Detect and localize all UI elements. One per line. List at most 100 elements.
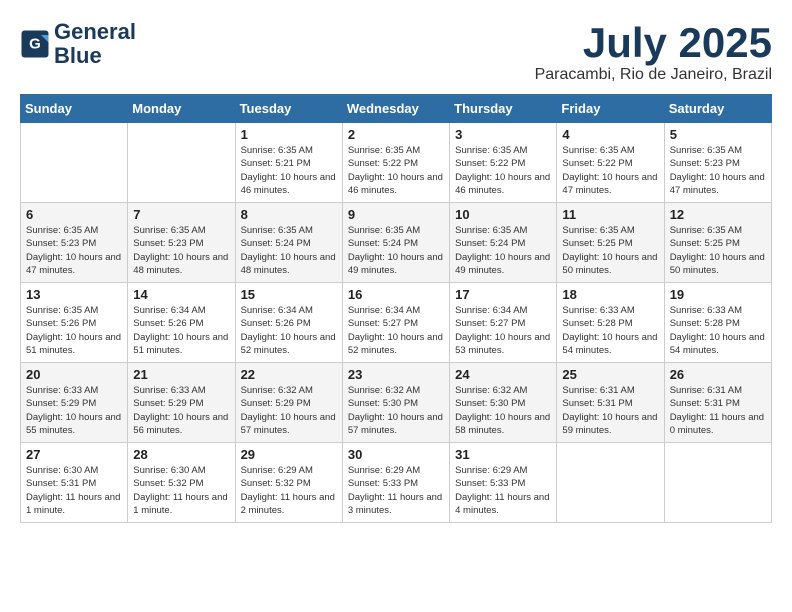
weekday-friday: Friday [557,95,664,123]
weekday-tuesday: Tuesday [235,95,342,123]
day-number: 3 [455,127,551,142]
day-number: 21 [133,367,229,382]
cell-info: Sunrise: 6:35 AM Sunset: 5:23 PM Dayligh… [26,224,122,277]
calendar-week-4: 20 Sunrise: 6:33 AM Sunset: 5:29 PM Dayli… [21,363,772,443]
calendar-cell: 12Sunrise: 6:35 AM Sunset: 5:25 PM Dayli… [664,203,771,283]
calendar-cell [21,123,128,203]
logo-line2: Blue [54,44,136,68]
cell-info: Sunrise: 6:33 AM Sunset: 5:29 PM Dayligh… [133,384,229,437]
day-number: 14 [133,287,229,302]
calendar-cell: 16 Sunrise: 6:34 AM Sunset: 5:27 PM Dayli… [342,283,449,363]
calendar-cell: 30 Sunrise: 6:29 AM Sunset: 5:33 PM Dayli… [342,443,449,523]
weekday-wednesday: Wednesday [342,95,449,123]
svg-text:G: G [29,36,41,53]
calendar-cell: 19 Sunrise: 6:33 AM Sunset: 5:28 PM Dayli… [664,283,771,363]
cell-info: Sunrise: 6:34 AM Sunset: 5:27 PM Dayligh… [455,304,551,357]
calendar-cell: 26 Sunrise: 6:31 AM Sunset: 5:31 PM Dayli… [664,363,771,443]
cell-info: Sunrise: 6:34 AM Sunset: 5:26 PM Dayligh… [241,304,337,357]
day-number: 25 [562,367,658,382]
day-number: 1 [241,127,337,142]
cell-info: Sunrise: 6:35 AM Sunset: 5:22 PM Dayligh… [348,144,444,197]
day-number: 24 [455,367,551,382]
calendar-cell: 27 Sunrise: 6:30 AM Sunset: 5:31 PM Dayli… [21,443,128,523]
calendar-table: SundayMondayTuesdayWednesdayThursdayFrid… [20,94,772,523]
cell-info: Sunrise: 6:31 AM Sunset: 5:31 PM Dayligh… [562,384,658,437]
day-number: 31 [455,447,551,462]
calendar-cell [128,123,235,203]
calendar-cell: 31Sunrise: 6:29 AM Sunset: 5:33 PM Dayli… [450,443,557,523]
calendar-cell: 1 Sunrise: 6:35 AM Sunset: 5:21 PM Daylig… [235,123,342,203]
day-number: 17 [455,287,551,302]
cell-info: Sunrise: 6:31 AM Sunset: 5:31 PM Dayligh… [670,384,766,437]
cell-info: Sunrise: 6:32 AM Sunset: 5:30 PM Dayligh… [455,384,551,437]
cell-info: Sunrise: 6:34 AM Sunset: 5:27 PM Dayligh… [348,304,444,357]
cell-info: Sunrise: 6:35 AM Sunset: 5:22 PM Dayligh… [455,144,551,197]
calendar-cell: 14 Sunrise: 6:34 AM Sunset: 5:26 PM Dayli… [128,283,235,363]
logo: G General Blue [20,20,136,68]
calendar-cell: 17 Sunrise: 6:34 AM Sunset: 5:27 PM Dayli… [450,283,557,363]
logo-text: General Blue [54,20,136,68]
cell-info: Sunrise: 6:35 AM Sunset: 5:21 PM Dayligh… [241,144,337,197]
cell-info: Sunrise: 6:35 AM Sunset: 5:25 PM Dayligh… [562,224,658,277]
cell-info: Sunrise: 6:35 AM Sunset: 5:23 PM Dayligh… [133,224,229,277]
calendar-cell: 5Sunrise: 6:35 AM Sunset: 5:23 PM Daylig… [664,123,771,203]
day-number: 28 [133,447,229,462]
cell-info: Sunrise: 6:34 AM Sunset: 5:26 PM Dayligh… [133,304,229,357]
calendar-cell: 9 Sunrise: 6:35 AM Sunset: 5:24 PM Daylig… [342,203,449,283]
day-number: 16 [348,287,444,302]
cell-info: Sunrise: 6:30 AM Sunset: 5:31 PM Dayligh… [26,464,122,517]
calendar-cell: 7 Sunrise: 6:35 AM Sunset: 5:23 PM Daylig… [128,203,235,283]
calendar-cell: 25 Sunrise: 6:31 AM Sunset: 5:31 PM Dayli… [557,363,664,443]
calendar-cell: 28Sunrise: 6:30 AM Sunset: 5:32 PM Dayli… [128,443,235,523]
day-number: 23 [348,367,444,382]
weekday-header-row: SundayMondayTuesdayWednesdayThursdayFrid… [21,95,772,123]
calendar-week-2: 6 Sunrise: 6:35 AM Sunset: 5:23 PM Daylig… [21,203,772,283]
day-number: 6 [26,207,122,222]
day-number: 30 [348,447,444,462]
title-block: July 2025 Paracambi, Rio de Janeiro, Bra… [535,20,772,84]
weekday-sunday: Sunday [21,95,128,123]
day-number: 29 [241,447,337,462]
calendar-week-1: 1 Sunrise: 6:35 AM Sunset: 5:21 PM Daylig… [21,123,772,203]
cell-info: Sunrise: 6:33 AM Sunset: 5:29 PM Dayligh… [26,384,122,437]
calendar-cell [664,443,771,523]
calendar-header: SundayMondayTuesdayWednesdayThursdayFrid… [21,95,772,123]
day-number: 7 [133,207,229,222]
calendar-cell: 6 Sunrise: 6:35 AM Sunset: 5:23 PM Daylig… [21,203,128,283]
calendar-cell: 22 Sunrise: 6:32 AM Sunset: 5:29 PM Dayli… [235,363,342,443]
calendar-cell: 23 Sunrise: 6:32 AM Sunset: 5:30 PM Dayli… [342,363,449,443]
day-number: 19 [670,287,766,302]
calendar-cell: 11 Sunrise: 6:35 AM Sunset: 5:25 PM Dayli… [557,203,664,283]
weekday-saturday: Saturday [664,95,771,123]
location: Paracambi, Rio de Janeiro, Brazil [535,66,772,84]
cell-info: Sunrise: 6:33 AM Sunset: 5:28 PM Dayligh… [670,304,766,357]
calendar-week-3: 13Sunrise: 6:35 AM Sunset: 5:26 PM Dayli… [21,283,772,363]
cell-info: Sunrise: 6:33 AM Sunset: 5:28 PM Dayligh… [562,304,658,357]
calendar-cell: 8 Sunrise: 6:35 AM Sunset: 5:24 PM Daylig… [235,203,342,283]
calendar-cell: 13Sunrise: 6:35 AM Sunset: 5:26 PM Dayli… [21,283,128,363]
day-number: 27 [26,447,122,462]
cell-info: Sunrise: 6:32 AM Sunset: 5:29 PM Dayligh… [241,384,337,437]
calendar-cell: 24 Sunrise: 6:32 AM Sunset: 5:30 PM Dayli… [450,363,557,443]
logo-icon: G [20,29,50,59]
calendar-cell: 21 Sunrise: 6:33 AM Sunset: 5:29 PM Dayli… [128,363,235,443]
calendar-cell: 15Sunrise: 6:34 AM Sunset: 5:26 PM Dayli… [235,283,342,363]
day-number: 26 [670,367,766,382]
calendar-cell: 3 Sunrise: 6:35 AM Sunset: 5:22 PM Daylig… [450,123,557,203]
day-number: 8 [241,207,337,222]
day-number: 11 [562,207,658,222]
calendar-body: 1 Sunrise: 6:35 AM Sunset: 5:21 PM Daylig… [21,123,772,523]
day-number: 9 [348,207,444,222]
day-number: 22 [241,367,337,382]
month-title: July 2025 [535,20,772,66]
page-header: G General Blue July 2025 Paracambi, Rio … [20,20,772,84]
cell-info: Sunrise: 6:32 AM Sunset: 5:30 PM Dayligh… [348,384,444,437]
cell-info: Sunrise: 6:35 AM Sunset: 5:24 PM Dayligh… [348,224,444,277]
calendar-cell: 2Sunrise: 6:35 AM Sunset: 5:22 PM Daylig… [342,123,449,203]
day-number: 20 [26,367,122,382]
cell-info: Sunrise: 6:35 AM Sunset: 5:24 PM Dayligh… [241,224,337,277]
cell-info: Sunrise: 6:29 AM Sunset: 5:33 PM Dayligh… [348,464,444,517]
cell-info: Sunrise: 6:29 AM Sunset: 5:32 PM Dayligh… [241,464,337,517]
weekday-monday: Monday [128,95,235,123]
day-number: 10 [455,207,551,222]
